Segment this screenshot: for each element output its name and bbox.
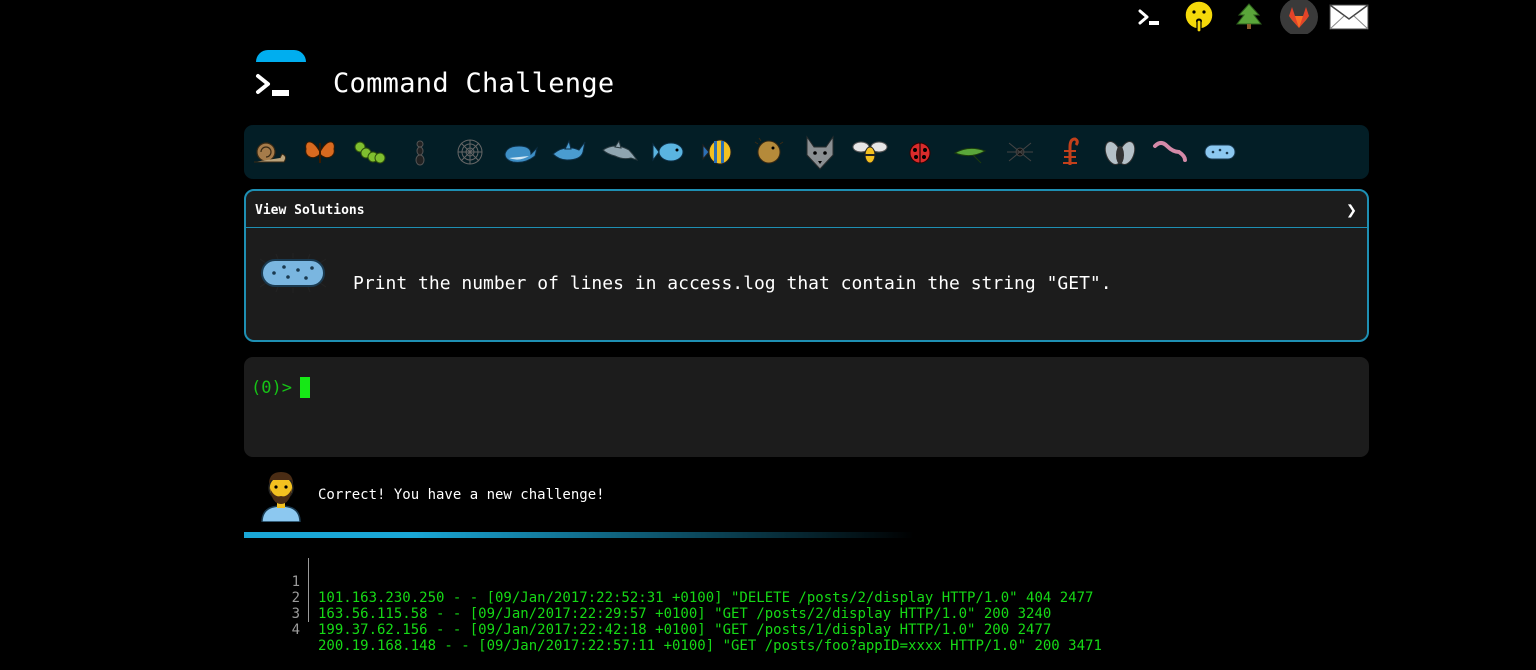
gitlab-fox-icon[interactable]: [1274, 0, 1324, 34]
worm-icon[interactable]: [1150, 132, 1190, 172]
fly-icon[interactable]: [1100, 132, 1140, 172]
terminal-cursor: [300, 377, 310, 398]
terminal-logo-icon: [254, 72, 294, 106]
butterfly-icon[interactable]: [300, 132, 340, 172]
chevron-right-icon[interactable]: ❯: [1346, 200, 1357, 221]
log-preview: 1 101.163.230.250 - - [09/Jan/2017:22:52…: [244, 558, 1369, 654]
terminal-input-area[interactable]: (0)>: [244, 357, 1369, 457]
status-message: Correct! You have a new challenge!: [318, 487, 605, 503]
header: Command Challenge: [244, 48, 804, 118]
microbe-icon[interactable]: [1200, 132, 1240, 172]
top-nav: [1124, 0, 1374, 34]
terminal-icon[interactable]: [1124, 0, 1174, 34]
envelope-icon[interactable]: [1324, 0, 1374, 34]
line-text: 200.19.168.148 - - [09/Jan/2017:22:57:11…: [318, 638, 1102, 654]
caterpillar-icon[interactable]: [350, 132, 390, 172]
tropical-fish-icon[interactable]: [700, 132, 740, 172]
log-line: 1 101.163.230.250 - - [09/Jan/2017:22:52…: [244, 558, 1369, 606]
log-line: 4 200.19.168.148 - - [09/Jan/2017:22:57:…: [244, 606, 1369, 654]
line-text: 199.37.62.156 - - [09/Jan/2017:22:42:18 …: [318, 622, 1052, 638]
spider-web-icon[interactable]: [450, 132, 490, 172]
bee-icon[interactable]: [850, 132, 890, 172]
ladybug-icon[interactable]: [900, 132, 940, 172]
microbe-icon: [258, 253, 328, 297]
page-title: Command Challenge: [333, 68, 615, 99]
avatar: [258, 468, 304, 526]
ant-icon[interactable]: [400, 132, 440, 172]
blowfish-icon[interactable]: [750, 132, 790, 172]
wolf-icon[interactable]: [800, 132, 840, 172]
challenge-description: Print the number of lines in access.log …: [353, 273, 1112, 294]
whale-icon[interactable]: [500, 132, 540, 172]
view-solutions-header[interactable]: View Solutions ❯: [246, 191, 1367, 228]
spider-icon[interactable]: [1000, 132, 1040, 172]
shushing-face-icon[interactable]: [1174, 0, 1224, 34]
view-solutions-label: View Solutions: [255, 203, 365, 218]
challenge-panel: View Solutions ❯ Print the number of lin…: [244, 189, 1369, 342]
log-line: 2 163.56.115.58 - - [09/Jan/2017:22:29:5…: [244, 574, 1369, 622]
log-line: 3 199.37.62.156 - - [09/Jan/2017:22:42:1…: [244, 590, 1369, 638]
logo-arc: [256, 50, 306, 62]
challenge-progress-strip: [244, 125, 1369, 179]
snail-icon[interactable]: [250, 132, 290, 172]
line-number: 4: [291, 622, 300, 638]
fish-icon[interactable]: [650, 132, 690, 172]
progress-divider: [244, 532, 914, 538]
shark-icon[interactable]: [550, 132, 590, 172]
tree-icon[interactable]: [1224, 0, 1274, 34]
cricket-icon[interactable]: [950, 132, 990, 172]
terminal-prompt: (0)>: [251, 378, 292, 398]
dolphin-icon[interactable]: [600, 132, 640, 172]
scorpion-icon[interactable]: [1050, 132, 1090, 172]
